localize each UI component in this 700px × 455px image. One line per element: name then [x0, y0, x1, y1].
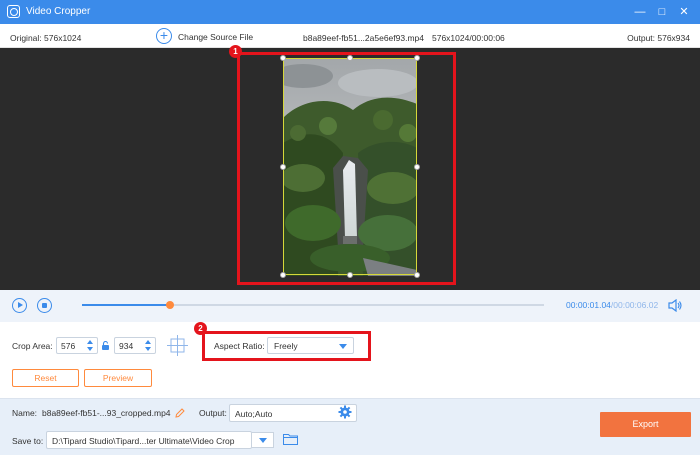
folder-icon[interactable] [283, 433, 298, 445]
width-stepper-icon[interactable] [87, 339, 94, 352]
timeline-progress [82, 304, 170, 306]
change-source-label[interactable]: Change Source File [178, 32, 253, 42]
name-label: Name: [12, 408, 38, 418]
playback-bar: 00:00:01.04/00:00:06.02 [0, 290, 700, 322]
crop-height-input[interactable]: 934 [114, 337, 156, 354]
source-meta: 576x1024/00:00:06 [432, 33, 505, 43]
crop-width-value: 576 [61, 341, 76, 351]
save-to-label: Save to: [12, 436, 44, 446]
source-filename: b8a89eef-fb51...2a5e6ef93.mp4 [303, 33, 424, 43]
window-title: Video Cropper [26, 6, 91, 17]
minimize-icon[interactable]: — [632, 4, 648, 20]
center-crop-icon[interactable] [167, 335, 188, 356]
edit-name-icon[interactable] [175, 408, 185, 418]
aspect-ratio-label: Aspect Ratio: [214, 341, 265, 351]
original-size-label: Original: 576x1024 [10, 33, 82, 43]
stop-icon [42, 303, 47, 308]
stop-button[interactable] [37, 298, 52, 313]
height-stepper-icon[interactable] [145, 339, 152, 352]
timeline-handle[interactable] [165, 301, 174, 309]
save-path-field[interactable]: D:\Tipard Studio\Tipard...ter Ultimate\V… [46, 431, 252, 449]
save-path-value: D:\Tipard Studio\Tipard...ter Ultimate\V… [52, 436, 235, 446]
app-logo-icon [7, 5, 20, 18]
preview-button[interactable]: Preview [84, 369, 152, 387]
crop-height-value: 934 [119, 341, 134, 351]
chevron-down-icon [259, 438, 267, 443]
crop-width-input[interactable]: 576 [56, 337, 98, 354]
output-label: Output: [199, 408, 227, 418]
current-time: 00:00:01.04 [566, 300, 611, 310]
output-size-label: Output: 576x934 [627, 33, 690, 43]
plus-circle-icon[interactable]: + [156, 28, 172, 44]
total-time: /00:00:06.02 [610, 300, 659, 310]
save-path-dropdown[interactable] [252, 432, 274, 448]
lock-ratio-icon[interactable] [101, 341, 110, 350]
export-button[interactable]: Export [600, 412, 691, 437]
output-format-value: Auto;Auto [235, 409, 273, 419]
annotation-box-1 [237, 52, 456, 285]
reset-button[interactable]: Reset [12, 369, 79, 387]
annotation-badge-1: 1 [229, 45, 242, 58]
output-name-value[interactable]: b8a89eef-fb51-...93_cropped.mp4 [42, 408, 171, 418]
gear-icon[interactable] [338, 405, 352, 419]
crop-area-label: Crop Area: [12, 341, 53, 351]
maximize-icon[interactable]: □ [654, 4, 670, 20]
time-display: 00:00:01.04/00:00:06.02 [566, 300, 658, 310]
aspect-ratio-value: Freely [274, 341, 298, 351]
timeline-slider[interactable] [82, 301, 544, 309]
play-button[interactable] [12, 298, 27, 313]
title-bar: Video Cropper — □ ✕ [0, 0, 700, 24]
annotation-badge-2: 2 [194, 322, 207, 335]
info-bar: Original: 576x1024 + Change Source File … [0, 24, 700, 48]
chevron-down-icon [339, 344, 347, 349]
volume-icon[interactable] [668, 299, 682, 312]
aspect-ratio-select[interactable]: Freely [267, 337, 354, 354]
close-icon[interactable]: ✕ [676, 4, 692, 20]
play-icon [17, 302, 23, 308]
